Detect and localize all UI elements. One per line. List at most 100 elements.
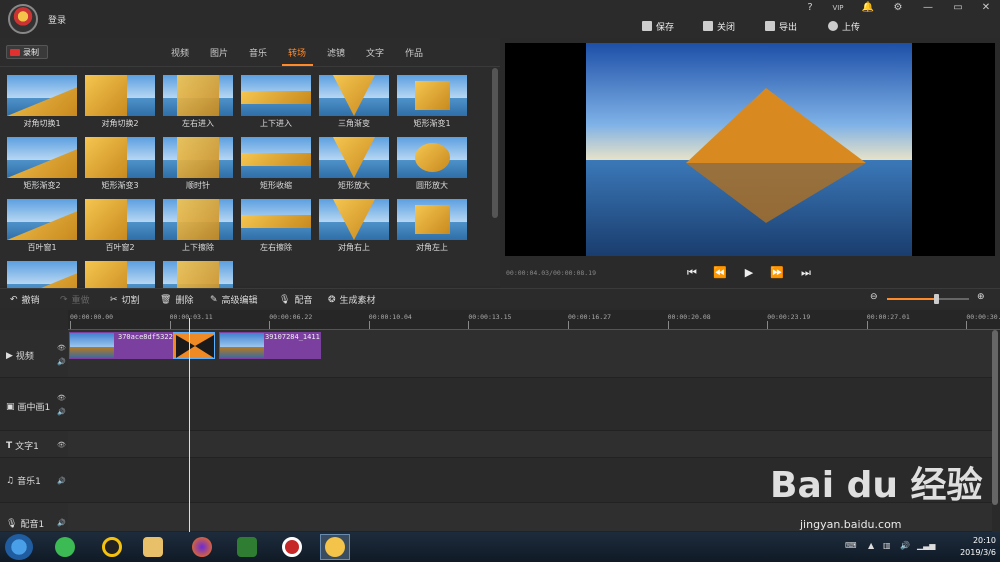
ruler-tick-label: 00:00:06.22 — [269, 313, 313, 321]
volume-icon[interactable]: 🔊 — [57, 475, 66, 487]
taskbar-app-refresh[interactable] — [50, 534, 80, 560]
taskbar-app-video-editor[interactable] — [320, 534, 350, 560]
taskbar-app-explorer[interactable] — [138, 534, 168, 560]
ruler-tick — [568, 321, 569, 329]
next-frame-icon[interactable]: ⏩ — [770, 266, 784, 280]
close-icon[interactable]: ✕ — [978, 2, 994, 16]
ruler-tick — [966, 321, 968, 329]
transition-label: 百叶窗1 — [27, 243, 57, 252]
volume-icon[interactable]: 🔊 — [57, 406, 66, 418]
pencil-icon: ✎ — [210, 294, 218, 305]
track-pip-head: ▣ 画中画1 👁 🔊 — [0, 378, 68, 431]
eye-icon[interactable]: 👁 — [57, 392, 66, 404]
timeline-ruler[interactable]: 00:00:00.00 00:00:03.11 00:00:06.22 00:00:1… — [68, 310, 1000, 330]
transition-thumbnail[interactable] — [85, 75, 155, 116]
zoom-out-icon[interactable]: ⊖ — [870, 292, 878, 302]
advanced-edit-button[interactable]: ✎ 高级编辑 — [210, 293, 258, 307]
trash-icon: 🗑 — [160, 294, 172, 305]
taskbar-app-qq[interactable] — [97, 534, 127, 560]
cut-button[interactable]: ✂ 切割 — [110, 293, 140, 307]
preview-player[interactable] — [505, 43, 995, 256]
eye-icon[interactable]: 👁 — [57, 342, 66, 354]
video-clip[interactable]: 39107284_1411 — [219, 332, 321, 359]
maximize-icon[interactable]: ▭ — [950, 2, 966, 16]
transition-thumbnail[interactable] — [85, 137, 155, 178]
transition-thumbnail[interactable] — [397, 199, 467, 240]
ruler-tick — [70, 321, 71, 329]
tab-text[interactable]: 文字 — [366, 46, 384, 59]
tab-video[interactable]: 视频 — [171, 46, 189, 59]
keyboard-icon[interactable]: ⌨ — [845, 541, 857, 550]
delete-button[interactable]: 🗑 删除 — [160, 293, 193, 307]
system-clock[interactable]: 20:10 2019/3/6 — [938, 535, 996, 559]
mic-icon: 🎙 — [279, 294, 291, 305]
avatar[interactable] — [8, 4, 38, 34]
transition-thumbnail[interactable] — [163, 137, 233, 178]
transition-label: 矩形渐变3 — [101, 181, 139, 190]
vip-icon[interactable]: VIP — [830, 4, 846, 18]
volume-icon[interactable]: 🔊 — [57, 356, 66, 368]
skip-start-icon[interactable]: ⏮ — [685, 266, 699, 280]
clip-thumbnail — [70, 333, 114, 358]
bell-icon[interactable]: 🔔 — [860, 2, 876, 16]
baidu-watermark: Bai du 经验 — [770, 465, 983, 506]
save-button[interactable]: 保存 — [642, 19, 674, 33]
play-icon[interactable]: ▶ — [742, 266, 756, 280]
transition-thumbnail[interactable] — [319, 199, 389, 240]
transition-thumbnail[interactable] — [241, 75, 311, 116]
transition-thumbnail[interactable] — [397, 75, 467, 116]
login-link[interactable]: 登录 — [48, 13, 66, 26]
dub-button[interactable]: 🎙 配音 — [279, 293, 312, 307]
export-button[interactable]: 导出 — [765, 19, 797, 33]
tab-filter[interactable]: 滤镜 — [327, 46, 345, 59]
taskbar-app-recorder[interactable] — [277, 534, 307, 560]
tab-transition[interactable]: 转场 — [288, 46, 306, 59]
track-pip-lane[interactable] — [68, 378, 992, 431]
zoom-in-icon[interactable]: ⊕ — [977, 292, 985, 302]
close-project-button[interactable]: 关闭 — [703, 19, 735, 33]
skip-end-icon[interactable]: ⏭ — [799, 266, 813, 280]
volume-icon[interactable]: 🔊 — [900, 541, 910, 550]
prev-frame-icon[interactable]: ⏪ — [713, 266, 727, 280]
transition-thumbnail[interactable] — [163, 199, 233, 240]
taskbar-app-player[interactable] — [232, 534, 262, 560]
minimize-icon[interactable]: — — [920, 2, 936, 16]
record-button[interactable]: 录制 — [6, 45, 48, 59]
transition-thumbnail[interactable] — [7, 199, 77, 240]
gear-icon[interactable]: ⚙ — [890, 2, 906, 16]
transition-clip[interactable] — [173, 332, 215, 359]
transition-thumbnail[interactable] — [7, 75, 77, 116]
help-icon[interactable]: ? — [802, 2, 818, 16]
transition-thumbnail[interactable] — [7, 137, 77, 178]
edit-toolbar: ↶ 撤销 ↷ 重做 ✂ 切割 🗑 删除 ✎ 高级编辑 🎙 配音 ❂ 生成素材 ⊖ ⊕ — [0, 288, 1000, 308]
timeline-scrollbar[interactable] — [992, 330, 998, 505]
taskbar-app-firefox[interactable] — [187, 534, 217, 560]
redo-button[interactable]: ↷ 重做 — [60, 293, 90, 307]
start-button[interactable] — [5, 534, 33, 560]
transition-thumbnail[interactable] — [163, 75, 233, 116]
zoom-slider-handle[interactable] — [934, 294, 939, 304]
transition-thumbnail[interactable] — [85, 199, 155, 240]
playhead[interactable] — [189, 318, 190, 532]
transition-thumbnail[interactable] — [319, 75, 389, 116]
tab-image[interactable]: 图片 — [210, 46, 228, 59]
ruler-tick-label: 00:00:00.00 — [70, 313, 114, 321]
transition-thumbnail[interactable] — [241, 137, 311, 178]
volume-icon[interactable]: 🔊 — [57, 517, 66, 529]
eye-icon[interactable]: 👁 — [57, 439, 66, 451]
video-clip[interactable]: 370ace8df5322 — [69, 332, 173, 359]
library-scrollbar[interactable] — [492, 68, 498, 218]
track-text-lane[interactable] — [68, 431, 992, 458]
tab-music[interactable]: 音乐 — [249, 46, 267, 59]
generate-material-button[interactable]: ❂ 生成素材 — [328, 293, 376, 307]
show-hidden-icons-icon[interactable]: ▲ — [868, 541, 874, 550]
tab-works[interactable]: 作品 — [405, 46, 423, 59]
ruler-tick-label: 00:00:23.19 — [767, 313, 811, 321]
transition-thumbnail[interactable] — [241, 199, 311, 240]
undo-button[interactable]: ↶ 撤销 — [10, 293, 40, 307]
upload-button[interactable]: 上传 — [828, 19, 860, 33]
transition-thumbnail[interactable] — [397, 137, 467, 178]
network-icon[interactable]: ▥ — [883, 541, 891, 550]
transition-thumbnail[interactable] — [319, 137, 389, 178]
signal-icon[interactable]: ▁▃▅ — [917, 541, 935, 550]
